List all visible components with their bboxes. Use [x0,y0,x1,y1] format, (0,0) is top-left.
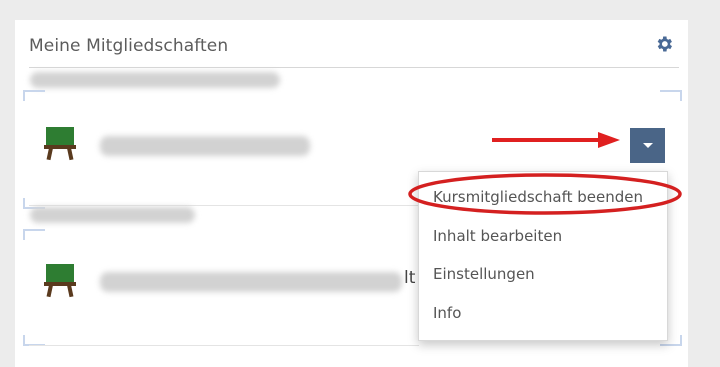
red-arrow-annotation [492,132,620,148]
blurred-course-title[interactable] [100,272,402,292]
caret-down-icon [643,143,653,148]
blackboard-icon [44,127,76,161]
menu-item-edit-content[interactable]: Inhalt bearbeiten [433,227,562,245]
header-divider [29,67,679,68]
red-highlight-annotation [408,173,682,215]
row-corner [660,90,682,101]
gear-icon[interactable] [654,34,674,54]
widget-title: Meine Mitgliedschaften [29,36,229,56]
row-corner [23,90,45,101]
course-title-visible-suffix: lt [404,268,416,288]
blackboard-icon [44,264,76,298]
row-divider [29,345,419,346]
row-divider [29,205,419,206]
course-options-toggle-button[interactable] [630,128,665,163]
row-corner [23,229,45,240]
menu-item-info[interactable]: Info [433,304,461,322]
blurred-group-label [30,72,280,88]
menu-item-settings[interactable]: Einstellungen [433,265,535,283]
blurred-group-label [30,207,195,223]
blurred-course-title[interactable] [100,136,310,156]
